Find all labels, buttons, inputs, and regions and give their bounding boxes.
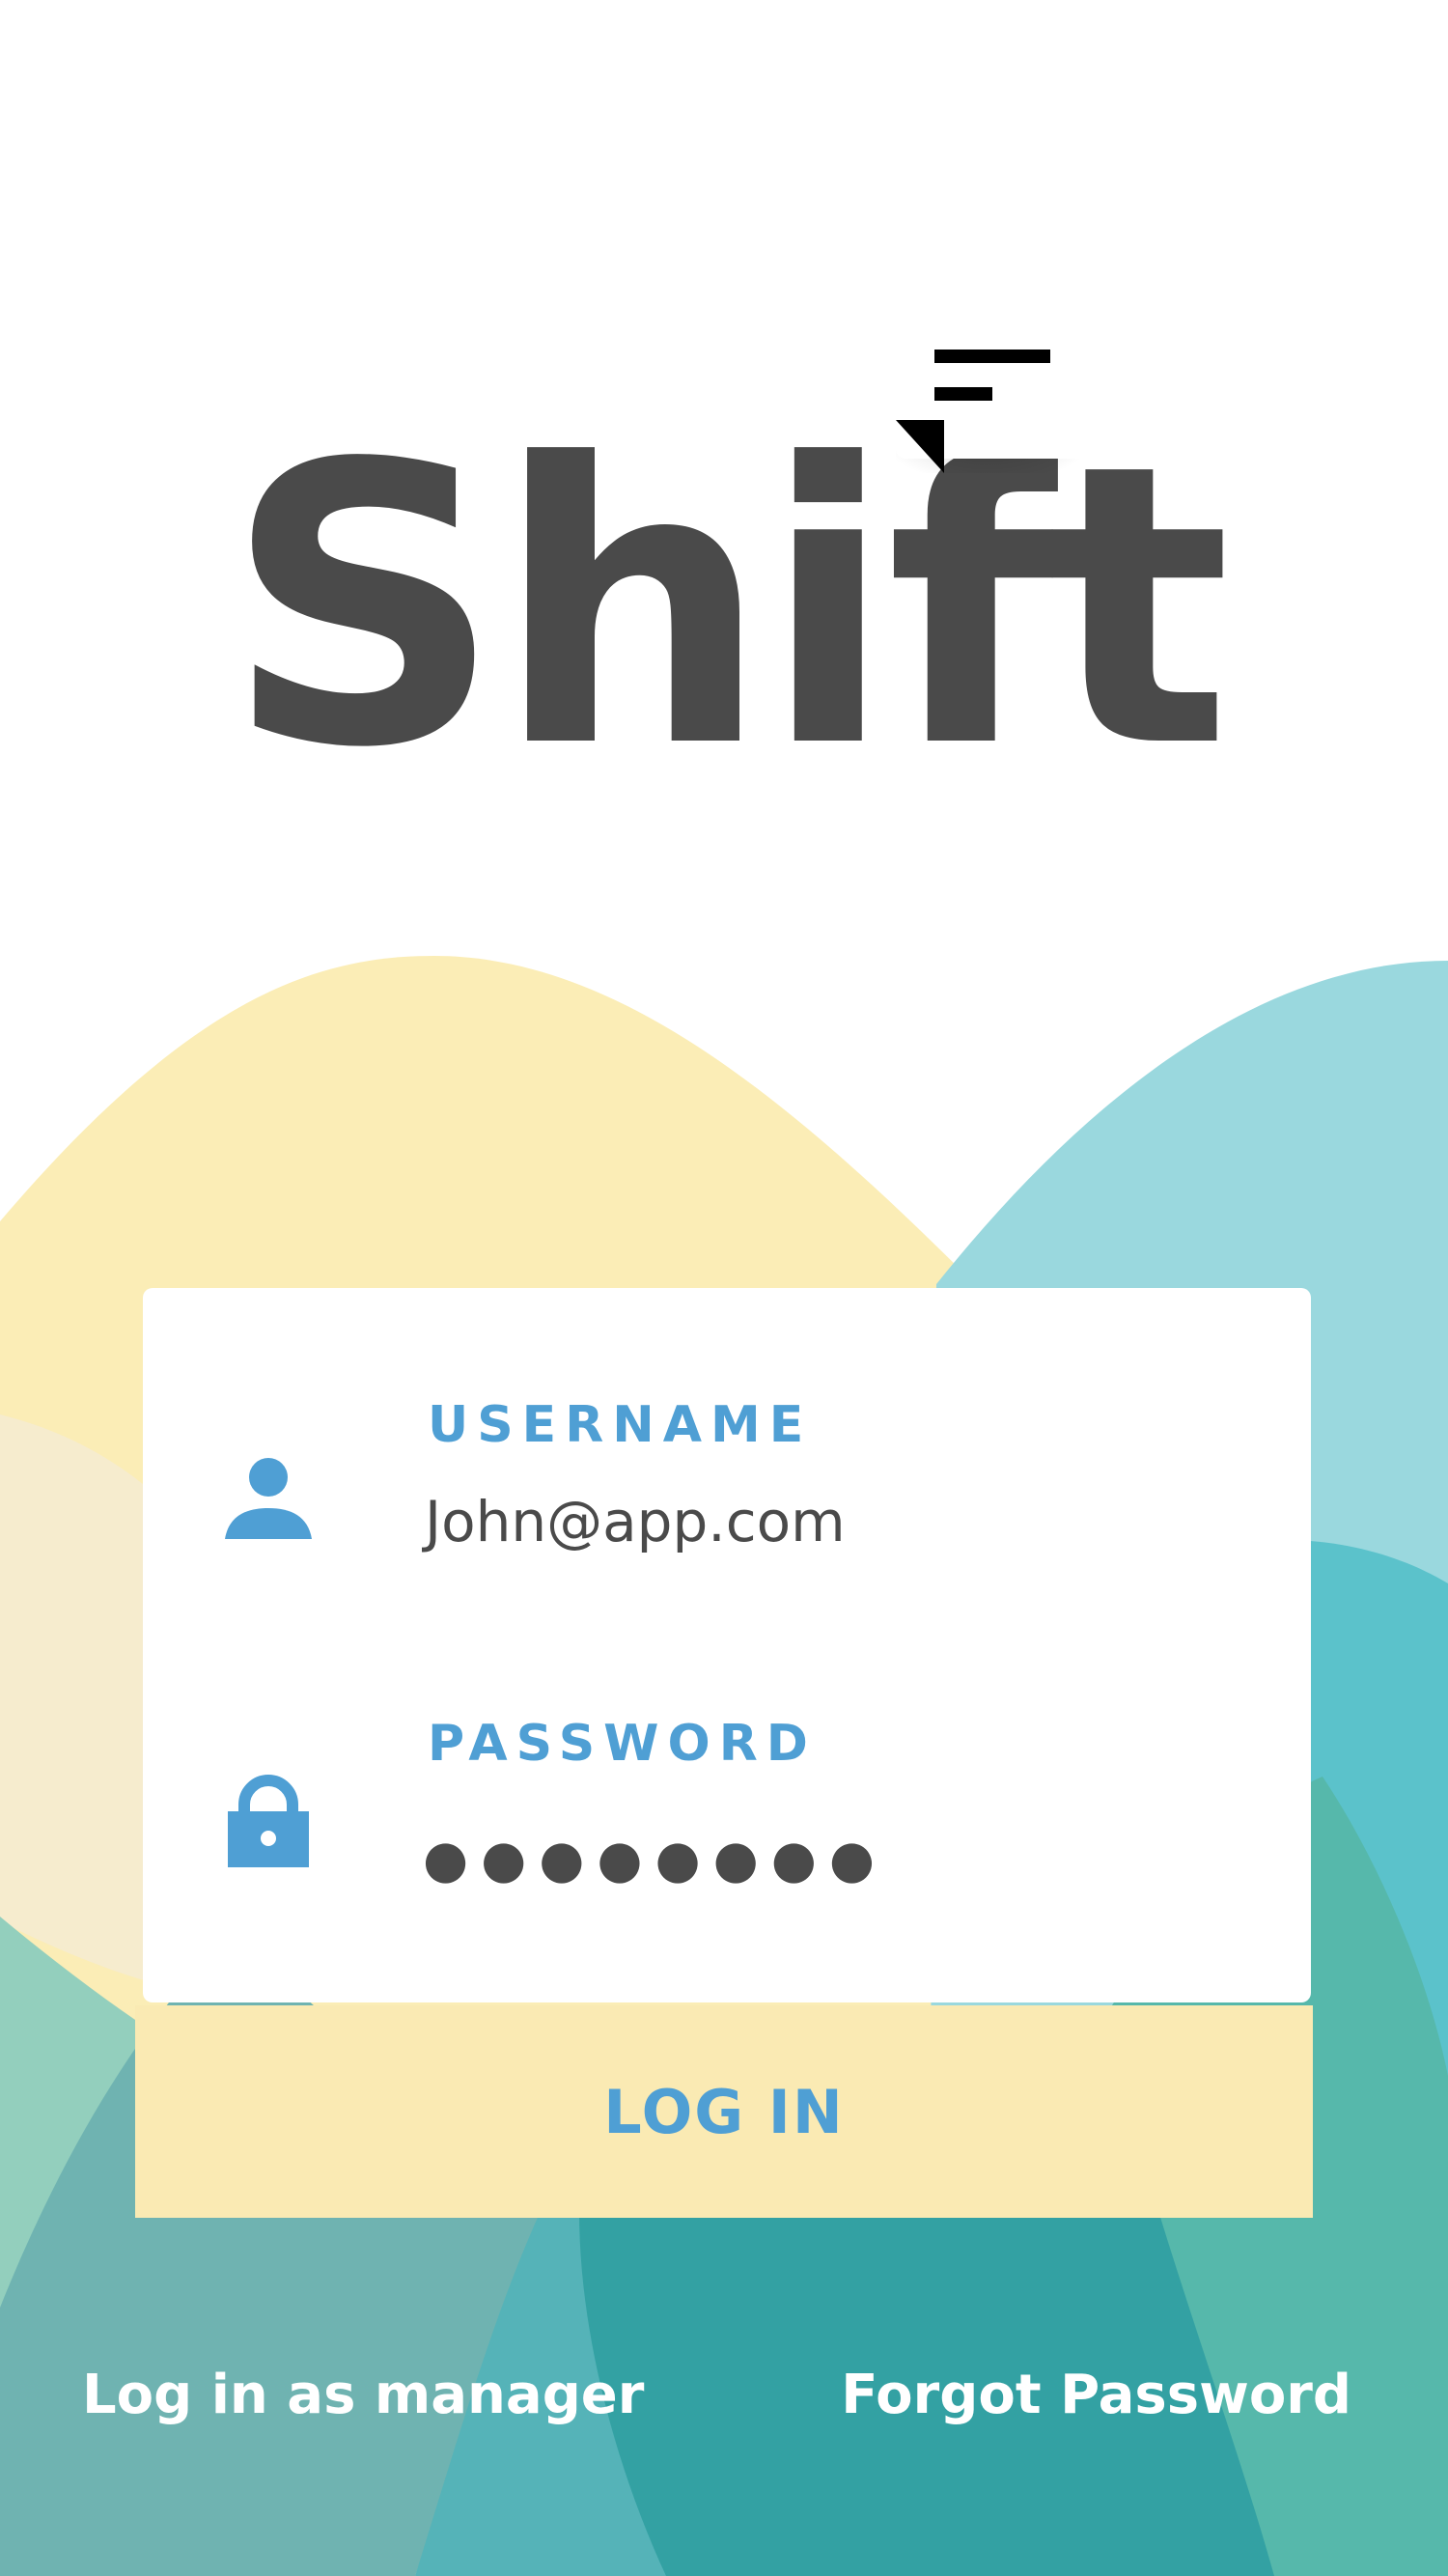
lock-icon: [228, 1775, 309, 1867]
login-card: USERNAME John@app.com PASSWORD ●●●●●●●●: [143, 1288, 1311, 2002]
username-input[interactable]: John@app.com: [425, 1489, 846, 1554]
app-title: Shift: [224, 383, 1231, 832]
password-input[interactable]: ●●●●●●●●: [423, 1834, 887, 1886]
username-label: USERNAME: [428, 1396, 813, 1454]
menu-icon[interactable]: [896, 333, 1089, 473]
forgot-password-link[interactable]: Forgot Password: [841, 2364, 1351, 2426]
password-label: PASSWORD: [428, 1715, 817, 1773]
manager-login-link[interactable]: Log in as manager: [82, 2364, 644, 2426]
login-screen: Shift USERNAME John@app.com PASSWORD ●●●…: [0, 0, 1448, 2576]
user-icon: [225, 1458, 312, 1539]
login-button[interactable]: LOG IN: [135, 2005, 1313, 2218]
